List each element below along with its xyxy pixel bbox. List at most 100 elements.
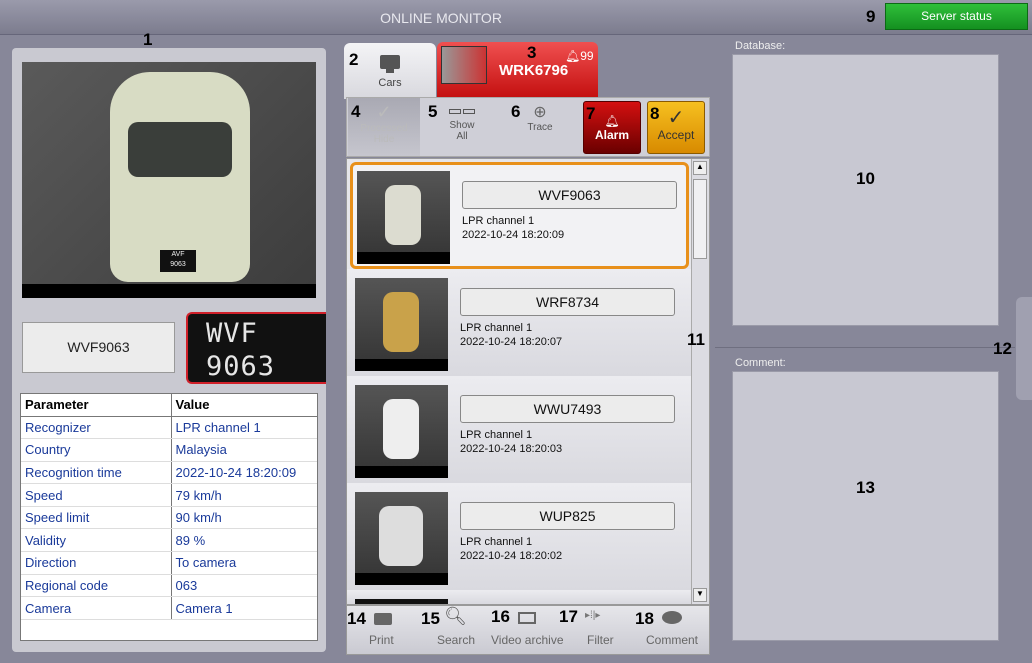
comment-panel[interactable]: 13 — [732, 371, 999, 641]
list-time: 2022-10-24 18:20:02 — [460, 550, 563, 562]
list-item[interactable]: WWU7493 LPR channel 1 2022-10-24 18:20:0… — [347, 376, 691, 483]
param-name: Camera — [21, 596, 172, 620]
callout-17: 17 — [559, 607, 578, 626]
events-list[interactable]: WVF9063 LPR channel 1 2022-10-24 18:20:0… — [346, 158, 710, 605]
param-value: Malaysia — [171, 438, 317, 462]
callout-5: 5 — [428, 102, 438, 121]
scroll-thumb[interactable] — [693, 179, 707, 259]
camera-plate-line1: AVF — [171, 251, 185, 258]
param-name: Speed — [21, 483, 172, 507]
table-row: Country Malaysia — [21, 438, 317, 462]
callout-1: 1 — [143, 30, 153, 49]
bottom-toolbar: 14 Print 15 🔍︎ Search 16 Video archive 1… — [346, 605, 710, 655]
alarm-button[interactable]: 7 🔔︎ Alarm — [583, 101, 641, 154]
video-archive-button[interactable]: 16 Video archive — [487, 606, 567, 654]
callout-14: 14 — [347, 609, 366, 628]
list-plate: WWU7493 — [460, 395, 675, 423]
bell-icon: 🔔︎ — [565, 49, 581, 63]
list-channel: LPR channel 1 — [462, 215, 535, 227]
list-channel: LPR channel 1 — [460, 429, 533, 441]
callout-4: 4 — [351, 102, 361, 121]
param-value: 90 km/h — [171, 506, 317, 530]
alarm-label: Alarm — [594, 128, 629, 142]
param-name: Validity — [21, 528, 172, 553]
comment-label: Comment — [646, 633, 699, 647]
magnifier-icon: 🔍︎ — [444, 606, 467, 626]
tab-alarm-event[interactable]: 3 WRK6796 🔔︎99 — [437, 42, 598, 97]
processed-hide-button[interactable]: 4 ✓ Processed Hide — [348, 98, 420, 156]
speech-bubble-icon — [662, 611, 682, 624]
table-row: Recognition time 2022-10-24 18:20:09 — [21, 461, 317, 485]
callout-3: 3 — [527, 43, 537, 62]
accept-label: Accept — [657, 128, 695, 142]
list-plate: WRF8734 — [460, 288, 675, 316]
param-name: Recognizer — [21, 416, 172, 440]
callout-9: 9 — [866, 7, 876, 26]
trace-button[interactable]: 6 ⊕ Trace — [507, 98, 573, 156]
callout-7: 7 — [586, 104, 596, 123]
tab-cars[interactable]: 2 Cars — [344, 43, 436, 99]
car-thumbnail — [355, 599, 448, 604]
trace-label: Trace — [527, 122, 553, 133]
callout-12: 12 — [993, 339, 1012, 358]
list-time: 2022-10-24 18:20:09 — [462, 229, 565, 241]
splitter[interactable] — [715, 347, 1015, 348]
callout-16: 16 — [491, 607, 510, 626]
search-button[interactable]: 15 🔍︎ Search — [419, 606, 485, 654]
alarm-thumbnail — [441, 46, 487, 84]
table-row: Recognizer LPR channel 1 — [21, 416, 317, 440]
plate-crop-image: WVF 9063 — [186, 312, 326, 384]
search-label: Search — [437, 633, 476, 647]
accept-button[interactable]: 8 ✓ Accept — [647, 101, 705, 154]
alarm-count: 99 — [580, 49, 594, 63]
comment-button[interactable]: 18 Comment — [635, 606, 711, 654]
callout-13: 13 — [856, 478, 875, 497]
monitor-icon — [380, 55, 400, 73]
list-item[interactable]: WUP825 LPR channel 1 2022-10-24 18:20:02 — [347, 483, 691, 590]
param-value: 063 — [171, 574, 317, 598]
param-name: Regional code — [21, 574, 172, 598]
show-all-button[interactable]: 5 Show All — [425, 98, 499, 156]
database-label: Database: — [735, 40, 786, 52]
list-plate: WVF9063 — [462, 181, 677, 209]
param-name: Country — [21, 438, 172, 462]
filter-icon: ▸⁞|▸ — [585, 610, 601, 621]
side-panel-handle[interactable] — [1016, 297, 1032, 400]
callout-8: 8 — [650, 104, 660, 123]
callout-2: 2 — [349, 50, 359, 69]
scroll-down-icon[interactable]: ▼ — [693, 588, 707, 602]
callout-6: 6 — [511, 102, 521, 121]
table-row: Direction To camera — [21, 551, 317, 575]
parameters-table: Parameter Value Recognizer LPR channel 1 C… — [20, 393, 318, 641]
print-button[interactable]: 14 Print — [347, 606, 413, 654]
param-value: 89 % — [171, 528, 317, 553]
database-panel: 10 — [732, 54, 999, 326]
param-value: 79 km/h — [171, 483, 317, 507]
comment-section-label: Comment: — [735, 357, 786, 369]
car-image: AVF 9063 — [110, 72, 250, 282]
car-thumbnail — [357, 171, 450, 264]
server-status-button[interactable]: Server status — [885, 3, 1028, 30]
callout-15: 15 — [421, 609, 440, 628]
param-value: 2022-10-24 18:20:09 — [171, 461, 317, 485]
scroll-up-icon[interactable]: ▲ — [693, 161, 707, 175]
list-time: 2022-10-24 18:20:07 — [460, 336, 563, 348]
list-item-partial[interactable] — [347, 590, 691, 604]
print-label: Print — [369, 633, 394, 647]
list-item[interactable]: WRF8734 LPR channel 1 2022-10-24 18:20:0… — [347, 269, 691, 376]
video-icon — [518, 612, 536, 624]
car-thumbnail — [355, 385, 448, 478]
alarm-plate: WRK6796 — [499, 62, 569, 79]
camera-frame: AVF 9063 — [22, 62, 316, 298]
col-value: Value — [171, 394, 317, 417]
filter-button[interactable]: 17 ▸⁞|▸ Filter — [559, 606, 629, 654]
col-parameter: Parameter — [21, 394, 172, 417]
alarm-count-badge: 🔔︎99 — [565, 49, 594, 63]
list-item[interactable]: WVF9063 LPR channel 1 2022-10-24 18:20:0… — [350, 162, 689, 269]
list-scrollbar[interactable]: ▲ ▼ — [691, 159, 709, 604]
app-title: ONLINE MONITOR — [380, 10, 502, 26]
table-row: Speed limit 90 km/h — [21, 506, 317, 530]
table-row: Speed 79 km/h — [21, 483, 317, 507]
list-channel: LPR channel 1 — [460, 536, 533, 548]
filter-label: Filter — [587, 633, 614, 647]
